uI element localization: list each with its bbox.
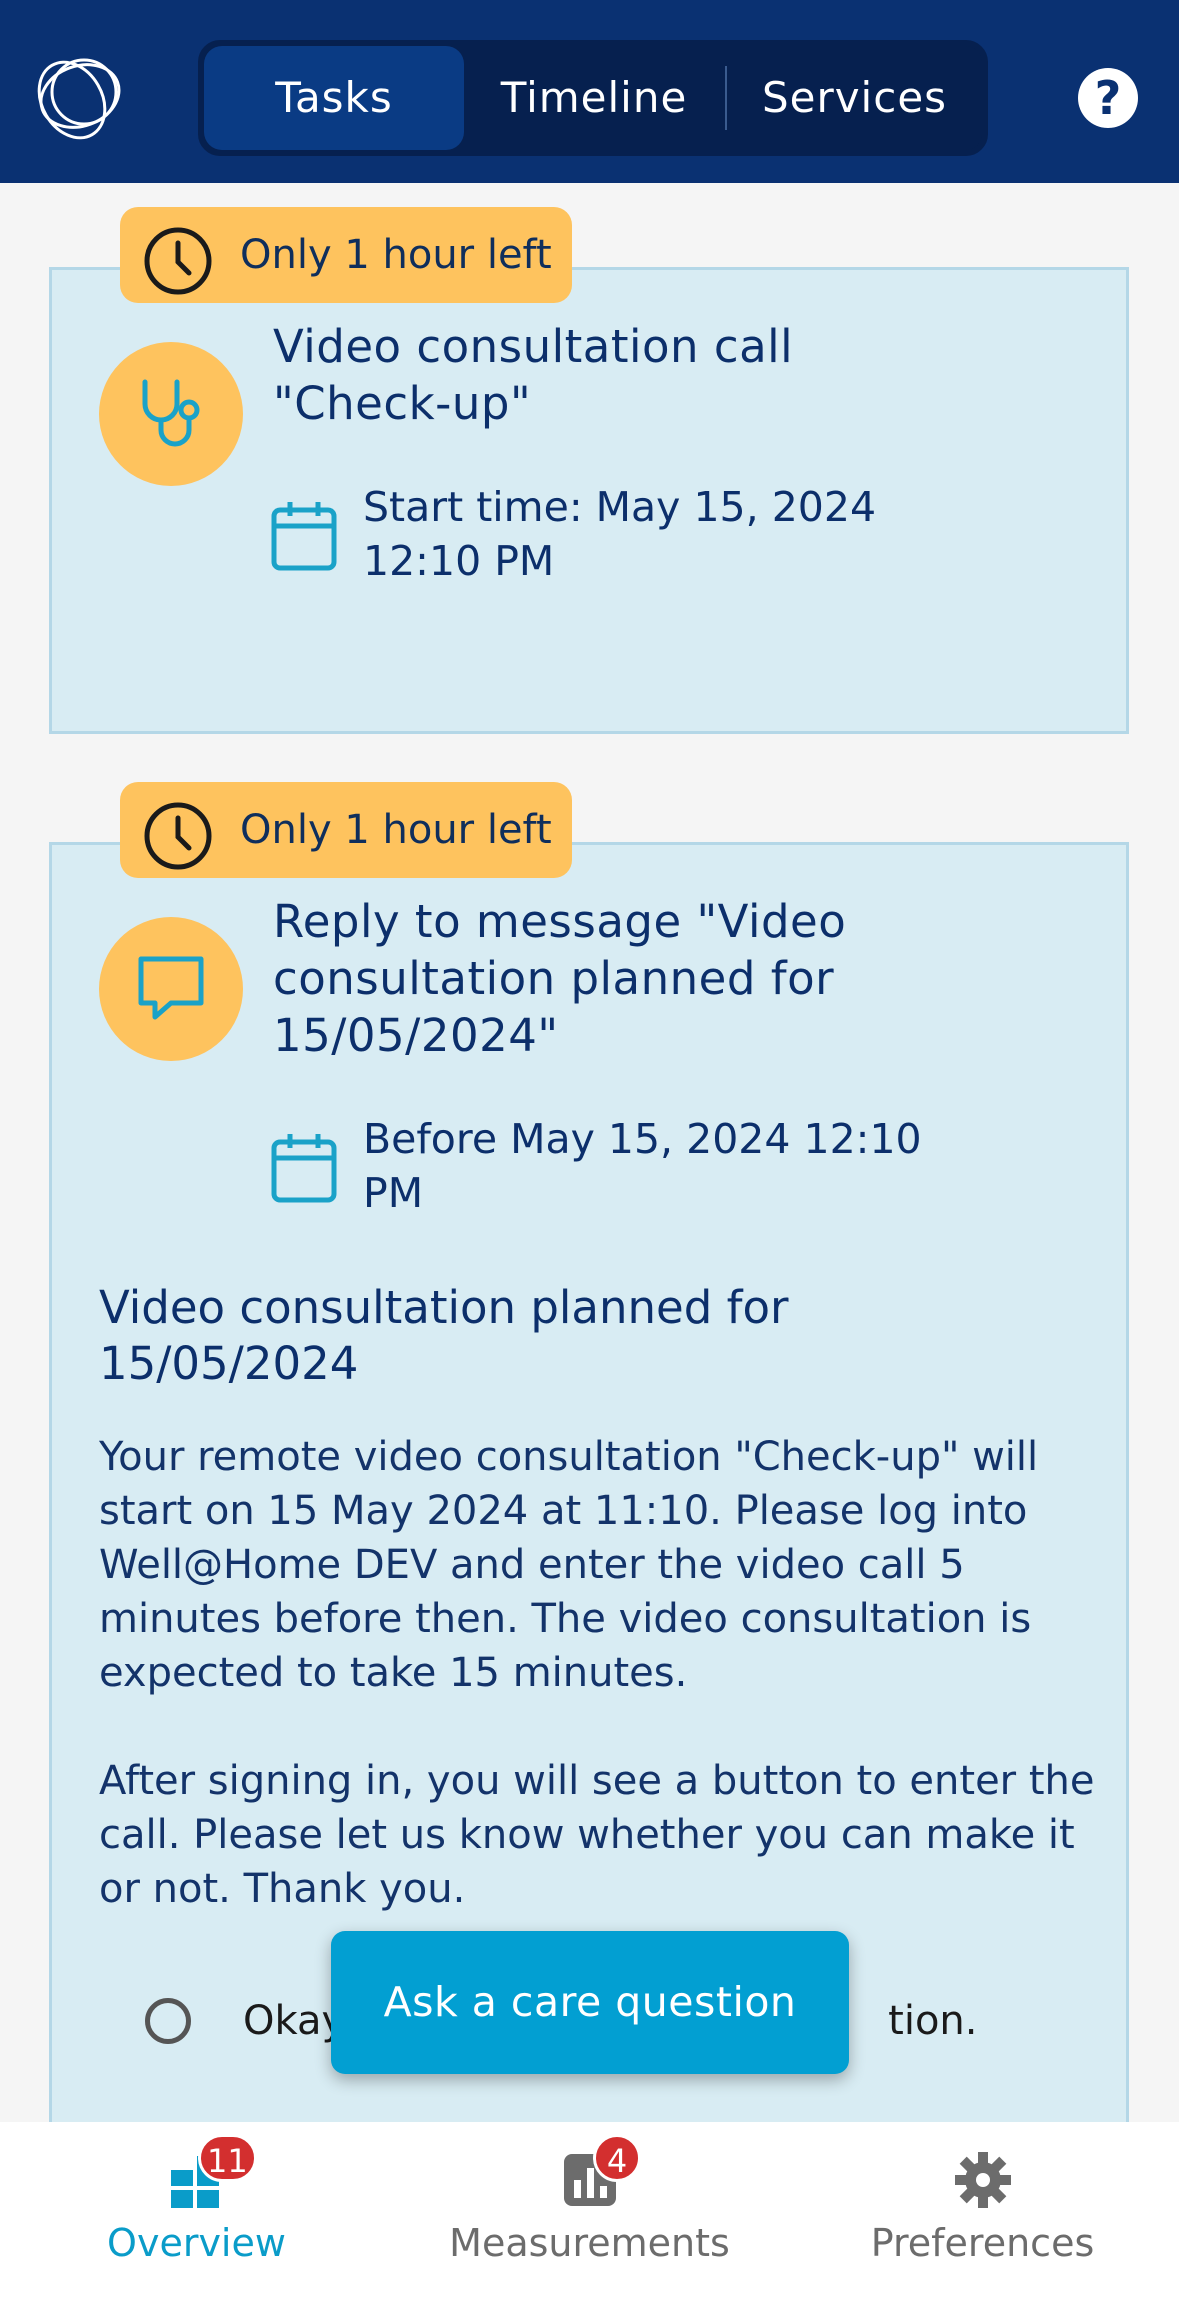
- response-option-radio[interactable]: [145, 1998, 191, 2044]
- tab-tasks[interactable]: Tasks: [204, 46, 464, 150]
- task-title-line: Video consultation call: [273, 320, 794, 373]
- badge-label: Only 1 hour left: [240, 232, 552, 278]
- task-title-line: consultation planned for: [273, 952, 835, 1005]
- message-title: Video consultation planned for 15/05/202…: [99, 1280, 1059, 1392]
- nav-label: Measurements: [449, 2221, 730, 2265]
- nav-preferences[interactable]: Preferences: [786, 2122, 1179, 2318]
- time-left-badge: Only 1 hour left: [120, 782, 572, 878]
- segmented-tabs: Tasks Timeline Services: [198, 40, 988, 156]
- task-title-line: Reply to message "Video: [273, 895, 847, 948]
- task-date: Before May 15, 2024 12:10 PM: [363, 1112, 983, 1220]
- badge-label: Only 1 hour left: [240, 807, 552, 853]
- message-title-line: Video consultation planned for: [99, 1281, 789, 1334]
- task-date-line: 12:10 PM: [363, 537, 555, 585]
- time-left-badge: Only 1 hour left: [120, 207, 572, 303]
- task-title-line: 15/05/2024": [273, 1009, 559, 1062]
- calendar-icon: [271, 502, 337, 571]
- notification-count-badge: 11: [198, 2134, 257, 2182]
- notification-count-badge: 4: [593, 2134, 641, 2182]
- message-icon: [138, 956, 204, 1020]
- ask-care-question-button[interactable]: Ask a care question: [331, 1931, 849, 2074]
- task-title-line: "Check-up": [273, 377, 532, 430]
- nav-label: Preferences: [870, 2221, 1095, 2265]
- task-date-line: PM: [363, 1169, 424, 1217]
- tab-services[interactable]: Services: [727, 46, 982, 150]
- help-icon[interactable]: ?: [1078, 68, 1138, 128]
- task-date-line: Start time: May 15, 2024: [363, 483, 877, 531]
- task-type-circle: [99, 342, 243, 486]
- message-title-line: 15/05/2024: [99, 1337, 359, 1390]
- clock-icon: [144, 802, 212, 870]
- gear-icon: [954, 2152, 1011, 2208]
- message-body-paragraph: Your remote video consultation "Check-up…: [99, 1434, 1039, 1696]
- bottom-navigation: 11 Overview 4 Measurements Preferences: [0, 2122, 1179, 2318]
- option-text-start: Okay: [243, 1998, 346, 2044]
- nav-label: Overview: [107, 2221, 286, 2265]
- task-title: Video consultation call "Check-up": [273, 318, 1013, 432]
- calendar-icon: [271, 1134, 337, 1203]
- stethoscope-icon: [142, 379, 200, 447]
- nav-measurements[interactable]: 4 Measurements: [393, 2122, 786, 2318]
- task-date: Start time: May 15, 2024 12:10 PM: [363, 480, 983, 588]
- nav-overview[interactable]: 11 Overview: [0, 2122, 393, 2318]
- task-date-line: Before May 15, 2024 12:10: [363, 1115, 922, 1163]
- app-logo-icon: [37, 58, 121, 140]
- top-header: Tasks Timeline Services ?: [0, 0, 1179, 183]
- option-text-end: tion.: [888, 1998, 978, 2044]
- task-type-circle: [99, 917, 243, 1061]
- tab-timeline[interactable]: Timeline: [464, 46, 724, 150]
- task-title: Reply to message "Video consultation pla…: [273, 893, 1013, 1064]
- message-body-paragraph: After signing in, you will see a button …: [99, 1758, 1095, 1912]
- clock-icon: [144, 227, 212, 295]
